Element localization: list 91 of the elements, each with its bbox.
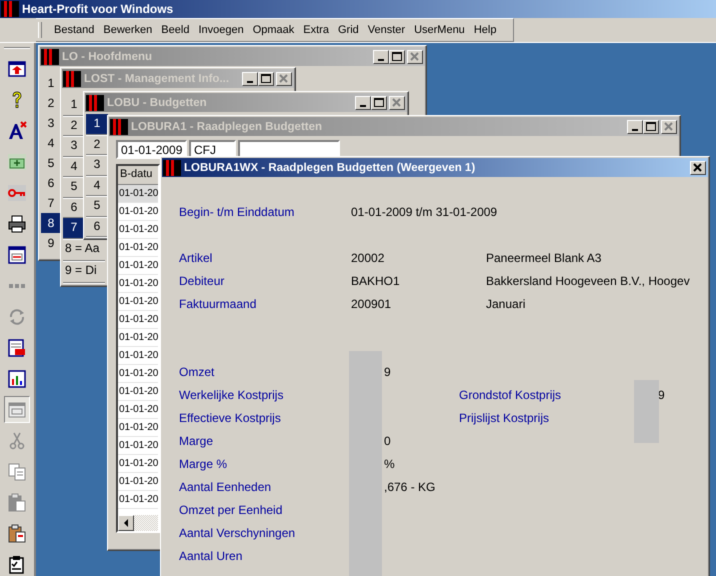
field-description: Januari	[486, 296, 526, 310]
field-value: 200901	[351, 296, 392, 310]
field-value: 01-01-2009 t/m 31-01-2009	[351, 204, 498, 218]
menu-option[interactable]: 9	[41, 233, 61, 253]
app-title: Heart-Profit voor Windows	[22, 2, 174, 16]
field-value: BAKHO1	[351, 274, 401, 288]
grid-row[interactable]: 01-01-20	[118, 455, 158, 473]
field-label: Debiteur	[179, 274, 226, 288]
grid-cell: 01-01-20	[118, 296, 158, 307]
grid-cell: 01-01-20	[118, 260, 158, 271]
field-label: Werkelijke Kostprijs	[179, 388, 284, 402]
grid-row[interactable]: 01-01-20	[118, 383, 158, 401]
menu-item[interactable]: UserMenu	[410, 24, 469, 36]
grid-cell: 01-01-20	[118, 386, 158, 397]
window-title: LOBURA1 - Raadplegen Budgetten	[131, 120, 324, 132]
menu-item[interactable]: Beeld	[157, 24, 194, 36]
grid-row[interactable]: 01-01-20	[118, 365, 158, 383]
field-label: Aantal Uren	[179, 548, 244, 562]
grid-row[interactable]: 01-01-20	[118, 329, 158, 347]
menu-option[interactable]: 7	[41, 193, 61, 213]
grid-row[interactable]: 01-01-20	[118, 437, 158, 455]
field-label: Grondstof Kostprijs	[459, 388, 562, 402]
field-label: Omzet per Eenheid	[179, 502, 284, 516]
menu-option[interactable]: 8	[41, 213, 61, 233]
menu-item[interactable]: Grid	[334, 24, 363, 36]
grid-row[interactable]: 01-01-20	[118, 347, 158, 365]
grid-row[interactable]: 01-01-20	[118, 185, 158, 203]
filter-field[interactable]: 01-01-2009	[116, 140, 187, 159]
menu-option[interactable]: 6	[41, 173, 61, 193]
grid-row[interactable]: 01-01-20	[118, 239, 158, 257]
field-description: Bakkersland Hoogeveen B.V., Hoogev	[486, 274, 690, 288]
grid-row[interactable]: 01-01-20	[118, 293, 158, 311]
window-title: LO - Hoofdmenu	[62, 50, 154, 62]
menu-option[interactable]: 7	[63, 218, 85, 238]
field-description: Paneermeel Blank A3	[486, 250, 602, 264]
grid-row[interactable]: 01-01-20	[118, 203, 158, 221]
field-label: Faktuurmaand	[179, 296, 258, 310]
field-label: Omzet	[179, 364, 216, 378]
menu-option[interactable]: 3	[41, 113, 61, 133]
menu-option[interactable]: 2	[41, 93, 61, 113]
menu-item[interactable]: Venster	[364, 24, 410, 36]
grid-cell: 01-01-20	[118, 494, 158, 505]
grid-row[interactable]: 01-01-20	[118, 491, 158, 509]
field-label: Artikel	[179, 250, 214, 264]
field-label: Prijslijst Kostprijs	[459, 410, 550, 424]
grid-cell: 01-01-20	[118, 422, 158, 433]
grid-row[interactable]: 01-01-20	[118, 419, 158, 437]
grid-cell: 01-01-20	[118, 404, 158, 415]
menu-option[interactable]: 9 = Di	[63, 260, 105, 282]
field-label: Marge	[179, 434, 214, 448]
grid-row[interactable]: 01-01-20	[118, 257, 158, 275]
field-label: Marge %	[179, 456, 228, 470]
menu-item[interactable]: Help	[470, 24, 500, 36]
grid-cell: 01-01-20	[118, 206, 158, 217]
field-label: Effectieve Kostprijs	[179, 410, 282, 424]
field-value: %	[384, 456, 395, 470]
field-value: 9	[658, 388, 665, 402]
grid-row[interactable]: 01-01-20	[118, 401, 158, 419]
field-label: Aantal Eenheden	[179, 480, 272, 494]
menu-item[interactable]: Opmaak	[248, 24, 298, 36]
menu-item[interactable]: Invoegen	[194, 24, 248, 36]
grid-cell: 01-01-20	[118, 332, 158, 343]
grid-cell: 01-01-20	[118, 458, 158, 469]
grid-cell: 01-01-20	[118, 368, 158, 379]
window-title: LOBU - Budgetten	[107, 96, 208, 108]
grid-cell: 01-01-20	[118, 314, 158, 325]
grid-cell: 01-01-20	[118, 350, 158, 361]
grid-cell: 01-01-20	[118, 440, 158, 451]
field-value: 20002	[351, 250, 386, 264]
menu-item[interactable]: Bewerken	[99, 24, 156, 36]
grid-row[interactable]: 01-01-20	[118, 275, 158, 293]
menu-option[interactable]: 1	[86, 114, 108, 134]
field-value: ,676 - KG	[384, 480, 436, 494]
field-value: 0	[384, 434, 391, 448]
field-label: Aantal Verschyningen	[179, 526, 296, 540]
menu-item[interactable]: Extra	[299, 24, 333, 36]
window-title: LOBURA1WX - Raadplegen Budgetten (Weergeven 1)	[184, 162, 476, 174]
menu-option[interactable]: 1	[41, 73, 61, 93]
grid-row[interactable]: 01-01-20	[118, 311, 158, 329]
grid-cell: 01-01-20	[118, 242, 158, 253]
grid-cell: 01-01-20	[118, 476, 158, 487]
field-value: 9	[384, 364, 391, 378]
grid-cell: 01-01-20	[118, 278, 158, 289]
menu-option[interactable]: 4	[41, 133, 61, 153]
field-label: Begin- t/m Einddatum	[179, 204, 296, 218]
menu-option[interactable]: 5	[41, 153, 61, 173]
menu-item[interactable]: Bestand	[50, 24, 98, 36]
grid-cell: 01-01-20	[118, 224, 158, 235]
grid-cell: 01-01-20	[118, 188, 158, 199]
grid-row[interactable]: 01-01-20	[118, 473, 158, 491]
grid-row[interactable]: 01-01-20	[118, 221, 158, 239]
